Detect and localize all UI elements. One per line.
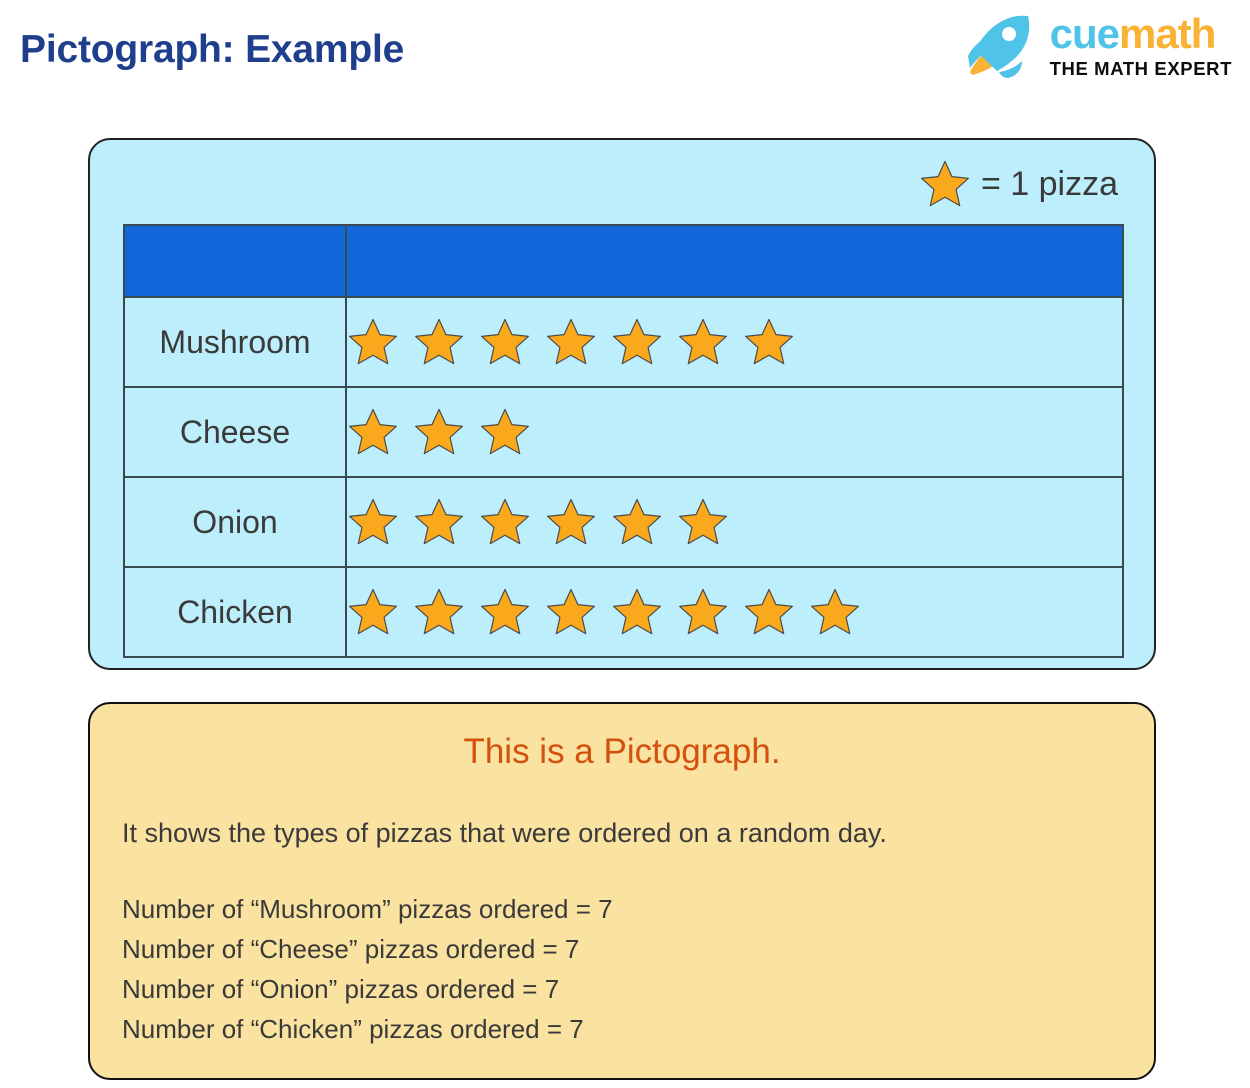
star-icon <box>413 316 465 368</box>
symbol-group <box>347 496 1122 548</box>
explanation-subtitle: It shows the types of pizzas that were o… <box>122 818 887 848</box>
explanation-panel: This is a Pictograph. It shows the types… <box>88 702 1156 1080</box>
star-icon <box>545 316 597 368</box>
star-icon <box>479 406 531 458</box>
star-icon <box>347 586 399 638</box>
explanation-line: Number of “Mushroom” pizzas ordered = 7 <box>122 894 613 924</box>
table-header-cell-symbols <box>345 224 1124 298</box>
page-header: Pictograph: Example cuemath THE MATH EXP… <box>0 0 1250 105</box>
table-header-cell-category <box>123 224 347 298</box>
star-icon <box>677 316 729 368</box>
rocket-icon <box>962 12 1036 80</box>
row-label-mushroom: Mushroom <box>123 296 347 388</box>
star-icon <box>743 316 795 368</box>
legend-label: = 1 pizza <box>980 164 1118 203</box>
table-header-row <box>123 224 1124 298</box>
symbol-group <box>347 406 1122 458</box>
brand-wordmark: cuemath THE MATH EXPERT <box>1050 13 1232 79</box>
star-icon <box>677 586 729 638</box>
row-label-onion: Onion <box>123 476 347 568</box>
star-icon <box>611 496 663 548</box>
star-icon <box>347 496 399 548</box>
row-label-cheese: Cheese <box>123 386 347 478</box>
brand-math: math <box>1119 10 1216 58</box>
pictograph-panel: = 1 pizza Mushroom Cheese Onion Chicken <box>88 138 1156 670</box>
table-body: Mushroom Cheese Onion Chicken <box>123 296 1124 658</box>
explanation-line: Number of “Chicken” pizzas ordered = 7 <box>122 1014 584 1044</box>
table-row: Chicken <box>123 566 1124 658</box>
row-symbols-chicken <box>345 566 1124 658</box>
page-title: Pictograph: Example <box>20 28 405 71</box>
pictograph-table: Mushroom Cheese Onion Chicken <box>123 224 1124 658</box>
star-icon <box>677 496 729 548</box>
row-symbols-cheese <box>345 386 1124 478</box>
star-icon <box>347 406 399 458</box>
star-icon <box>479 496 531 548</box>
brand-tagline: THE MATH EXPERT <box>1049 58 1232 80</box>
symbol-group <box>347 316 1122 368</box>
row-symbols-onion <box>345 476 1124 568</box>
brand-cue: cue <box>1049 10 1120 58</box>
explanation-line: Number of “Cheese” pizzas ordered = 7 <box>122 934 580 964</box>
row-label-chicken: Chicken <box>123 566 347 658</box>
star-icon <box>545 496 597 548</box>
star-icon <box>809 586 861 638</box>
symbol-group <box>347 586 1122 638</box>
star-icon <box>919 158 971 210</box>
table-row: Cheese <box>123 386 1124 478</box>
explanation-heading: This is a Pictograph. <box>463 732 781 771</box>
star-icon <box>611 316 663 368</box>
star-icon <box>479 316 531 368</box>
table-row: Onion <box>123 476 1124 568</box>
star-icon <box>545 586 597 638</box>
explanation-lines: Number of “Mushroom” pizzas ordered = 7 N… <box>122 889 1154 1049</box>
legend: = 1 pizza <box>919 158 1118 210</box>
star-icon <box>743 586 795 638</box>
row-symbols-mushroom <box>345 296 1124 388</box>
star-icon <box>413 586 465 638</box>
explanation-line: Number of “Onion” pizzas ordered = 7 <box>122 974 560 1004</box>
star-icon <box>611 586 663 638</box>
star-icon <box>413 496 465 548</box>
table-row: Mushroom <box>123 296 1124 388</box>
star-icon <box>347 316 399 368</box>
cuemath-logo: cuemath THE MATH EXPERT <box>962 12 1232 80</box>
star-icon <box>479 586 531 638</box>
star-icon <box>413 406 465 458</box>
